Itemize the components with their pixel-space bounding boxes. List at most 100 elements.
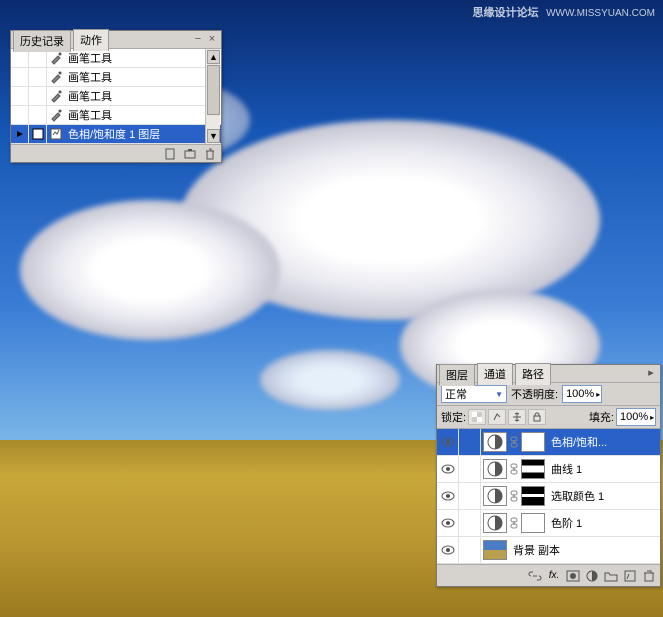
layer-row[interactable]: 色阶 1 — [437, 510, 660, 537]
history-source[interactable] — [29, 125, 47, 143]
new-snapshot-icon[interactable] — [181, 146, 199, 161]
lock-position-icon[interactable] — [508, 409, 526, 425]
history-item-icon — [47, 107, 64, 124]
history-list: 画笔工具画笔工具画笔工具画笔工具色相/饱和度 1 图层 — [11, 49, 221, 144]
layer-thumb-icon — [483, 513, 507, 533]
close-button[interactable]: × — [205, 34, 219, 46]
scrollbar[interactable]: ▲ ▼ — [205, 49, 220, 144]
layers-tab[interactable]: 图层 — [439, 364, 475, 386]
history-item-icon — [47, 88, 64, 105]
layers-tab[interactable]: 路径 — [515, 363, 551, 385]
scroll-down-icon[interactable]: ▼ — [207, 129, 220, 143]
dropdown-arrow-icon: ▼ — [495, 390, 503, 399]
history-item[interactable]: 色相/饱和度 1 图层 — [11, 125, 221, 144]
history-marker — [11, 68, 29, 86]
history-source[interactable] — [29, 68, 47, 86]
history-item-icon — [47, 50, 64, 67]
layer-link-cell — [459, 537, 481, 563]
layer-name[interactable]: 选取颜色 1 — [547, 488, 660, 504]
panel-menu-icon[interactable]: ▸ — [644, 368, 658, 380]
history-source[interactable] — [29, 49, 47, 67]
scroll-thumb[interactable] — [207, 65, 220, 115]
history-marker — [11, 106, 29, 124]
history-marker — [11, 125, 29, 143]
new-document-icon[interactable] — [161, 146, 179, 161]
minimize-button[interactable]: − — [191, 34, 205, 46]
opacity-arrow-icon[interactable]: ▸ — [596, 390, 600, 399]
history-item[interactable]: 画笔工具 — [11, 49, 221, 68]
history-item-icon — [47, 126, 64, 143]
history-item-label: 画笔工具 — [64, 50, 221, 66]
opacity-input[interactable]: 100% ▸ — [562, 385, 602, 403]
layer-mask-thumb — [521, 513, 545, 533]
layer-thumb-icon — [483, 486, 507, 506]
scroll-up-icon[interactable]: ▲ — [207, 50, 220, 64]
layers-titlebar: 图层通道路径 ▸ — [437, 365, 660, 383]
history-item-label: 画笔工具 — [64, 69, 221, 85]
history-marker — [11, 49, 29, 67]
layer-name[interactable]: 背景 副本 — [509, 542, 660, 558]
layer-thumb-icon — [483, 459, 507, 479]
layer-thumb-icon — [483, 432, 507, 452]
new-layer-icon[interactable] — [621, 568, 639, 583]
history-source[interactable] — [29, 87, 47, 105]
layer-name[interactable]: 色相/饱和... — [547, 434, 660, 450]
fill-arrow-icon[interactable]: ▸ — [650, 413, 654, 422]
lock-label: 锁定: — [441, 409, 466, 425]
history-item-label: 画笔工具 — [64, 88, 221, 104]
history-tab[interactable]: 历史记录 — [13, 30, 71, 52]
layer-row[interactable]: 曲线 1 — [437, 456, 660, 483]
history-item[interactable]: 画笔工具 — [11, 68, 221, 87]
link-layers-icon[interactable] — [526, 568, 544, 583]
opacity-value: 100% — [566, 388, 594, 400]
layer-name[interactable]: 曲线 1 — [547, 461, 660, 477]
layer-row[interactable]: 背景 副本 — [437, 537, 660, 564]
layer-mask-thumb — [521, 432, 545, 452]
mask-link-icon[interactable] — [509, 436, 519, 448]
layers-tab[interactable]: 通道 — [477, 363, 513, 385]
fill-input[interactable]: 100% ▸ — [616, 408, 656, 426]
layer-row[interactable]: 选取颜色 1 — [437, 483, 660, 510]
fill-label: 填充: — [589, 409, 614, 425]
history-item-label: 色相/饱和度 1 图层 — [64, 126, 221, 142]
history-footer — [11, 144, 221, 162]
layers-panel: 图层通道路径 ▸ 正常 ▼ 不透明度: 100% ▸ 锁定: 填充: 100% … — [436, 364, 661, 587]
visibility-toggle[interactable] — [437, 483, 459, 509]
watermark: 思缘设计论坛 WWW.MISSYUAN.COM — [472, 4, 655, 20]
mask-link-icon[interactable] — [509, 517, 519, 529]
blend-mode-value: 正常 — [445, 386, 467, 402]
visibility-toggle[interactable] — [437, 537, 459, 563]
watermark-url: WWW.MISSYUAN.COM — [546, 8, 655, 19]
delete-layer-icon[interactable] — [640, 568, 658, 583]
layer-mask-thumb — [521, 486, 545, 506]
adjustment-layer-icon[interactable] — [583, 568, 601, 583]
layer-name[interactable]: 色阶 1 — [547, 515, 660, 531]
lock-transparency-icon[interactable] — [468, 409, 486, 425]
layer-fx-icon[interactable]: fx. — [545, 568, 563, 583]
history-item[interactable]: 画笔工具 — [11, 87, 221, 106]
watermark-text: 思缘设计论坛 — [472, 7, 538, 19]
layer-link-cell — [459, 483, 481, 509]
layer-link-cell — [459, 429, 481, 455]
lock-pixels-icon[interactable] — [488, 409, 506, 425]
opacity-label: 不透明度: — [511, 386, 558, 402]
layer-mask-icon[interactable] — [564, 568, 582, 583]
history-tab[interactable]: 动作 — [73, 29, 109, 51]
history-marker — [11, 87, 29, 105]
layer-row[interactable]: 色相/饱和... — [437, 429, 660, 456]
layer-group-icon[interactable] — [602, 568, 620, 583]
visibility-toggle[interactable] — [437, 456, 459, 482]
history-item[interactable]: 画笔工具 — [11, 106, 221, 125]
layer-mask-thumb — [521, 459, 545, 479]
history-item-icon — [47, 69, 64, 86]
trash-icon[interactable] — [201, 146, 219, 161]
blend-mode-select[interactable]: 正常 ▼ — [441, 385, 507, 403]
visibility-toggle[interactable] — [437, 510, 459, 536]
history-source[interactable] — [29, 106, 47, 124]
history-panel: 历史记录动作 − × 画笔工具画笔工具画笔工具画笔工具色相/饱和度 1 图层 ▲… — [10, 30, 222, 163]
mask-link-icon[interactable] — [509, 463, 519, 475]
visibility-toggle[interactable] — [437, 429, 459, 455]
layer-thumb-icon — [483, 540, 507, 560]
lock-all-icon[interactable] — [528, 409, 546, 425]
mask-link-icon[interactable] — [509, 490, 519, 502]
